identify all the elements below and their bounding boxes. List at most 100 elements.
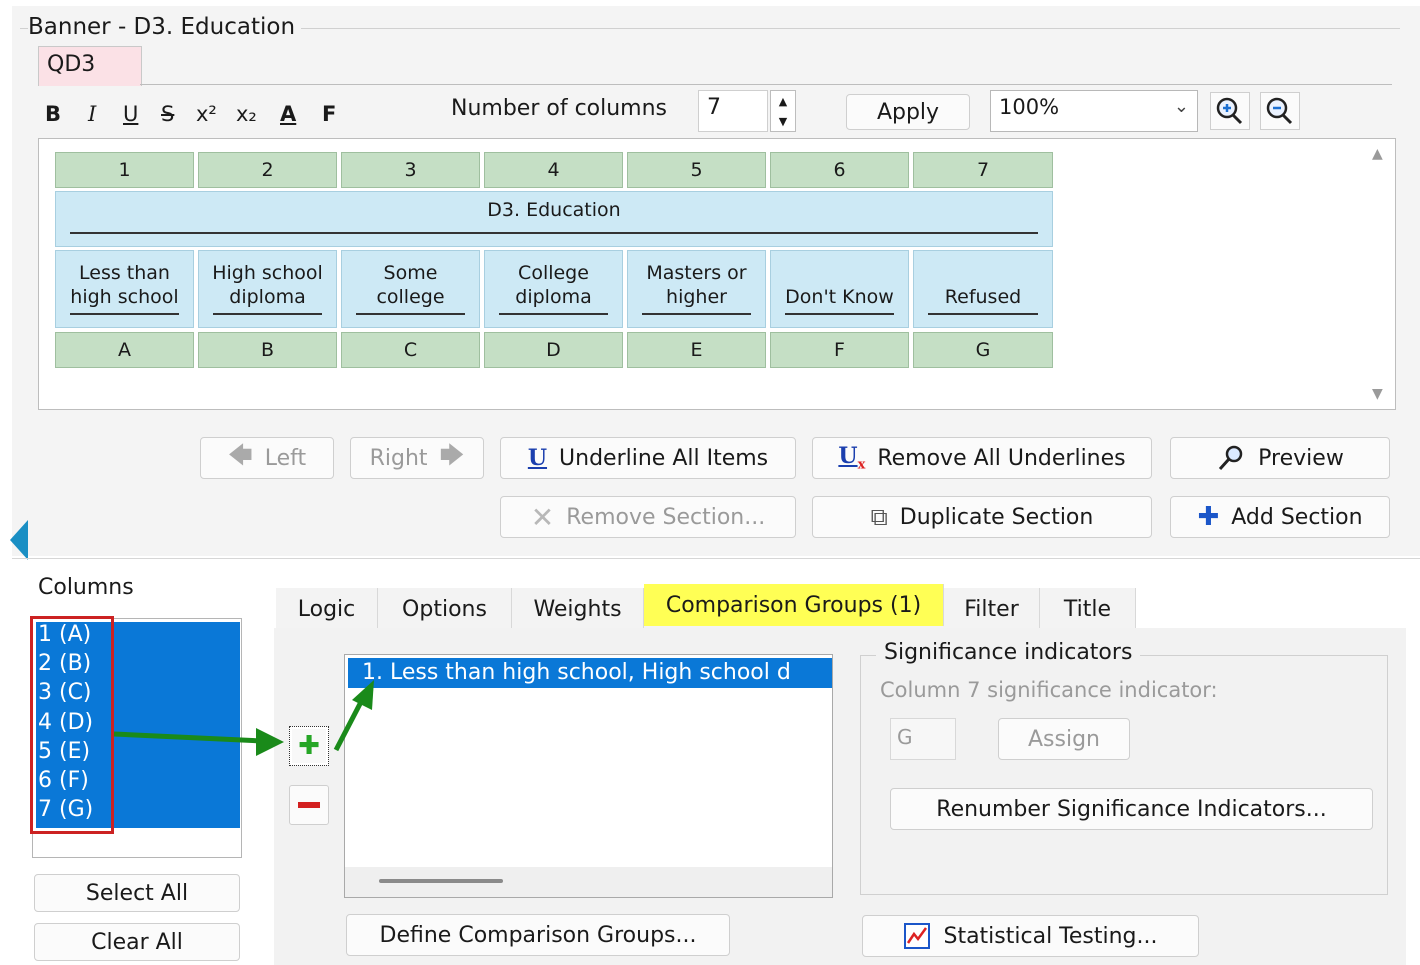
significance-indicator-value: G [897,725,913,749]
grid-header-text: D3. Education [487,199,621,221]
number-of-columns-value: 7 [707,95,721,120]
tab-comparison-groups[interactable]: Comparison Groups (1) [644,584,944,626]
add-icon: ✚ [298,731,320,761]
grid-letter-f[interactable]: F [770,332,909,368]
grid-label-2[interactable]: High school diploma [198,250,337,328]
zoom-value: 100% [999,95,1060,119]
remove-group-button[interactable] [289,785,329,825]
font-button[interactable]: F [322,102,336,126]
grid-number-3[interactable]: 3 [341,152,480,188]
tab-filter[interactable]: Filter [944,588,1040,630]
define-comparison-groups-button[interactable]: Define Comparison Groups... [346,914,730,956]
remove-section-button[interactable]: ✕ Remove Section... [500,496,796,538]
grid-label-3-line2: college [376,286,445,308]
tab-qd3[interactable]: QD3 [38,46,142,86]
clear-all-button[interactable]: Clear All [34,923,240,961]
grid-letter-a[interactable]: A [55,332,194,368]
grid-number-6[interactable]: 6 [770,152,909,188]
grid-number-1[interactable]: 1 [55,152,194,188]
subscript-button[interactable]: x₂ [236,102,257,126]
grid-label-3[interactable]: Some college [341,250,480,328]
banner-title: Banner - D3. Education [28,14,302,40]
add-section-button[interactable]: ✚ Add Section [1170,496,1390,538]
zoom-out-button[interactable] [1260,92,1300,130]
grid-label-7[interactable]: Refused [913,250,1053,328]
grid-label-underline [785,313,894,315]
underline-all-label: Underline All Items [559,445,769,471]
grid-label-5[interactable]: Masters or higher [627,250,766,328]
zoom-in-button[interactable] [1210,92,1250,130]
underline-all-button[interactable]: U Underline All Items [500,437,796,479]
grid-letter-d[interactable]: D [484,332,623,368]
italic-button[interactable]: I [88,102,96,126]
columns-spinner[interactable]: ▲ ▼ [770,90,796,132]
comparison-group-item[interactable]: 1. Less than high school, High school d [348,658,832,688]
underline-button[interactable]: U [123,102,138,126]
add-group-button[interactable]: ✚ [289,726,329,766]
significance-indicator-input[interactable]: G [890,718,956,760]
grid-number-7[interactable]: 7 [913,152,1053,188]
remove-underline-icon: Ux [838,443,866,473]
strikethrough-button[interactable]: S [161,102,174,126]
grid-number-2[interactable]: 2 [198,152,337,188]
grid-label-4-line2: diploma [515,286,592,308]
move-right-label: Right [369,445,428,471]
magnifier-icon [1219,445,1243,471]
number-of-columns-input[interactable]: 7 [698,90,768,132]
grid-label-underline [70,313,179,315]
scrollbar-horizontal[interactable] [345,867,832,897]
scroll-up-icon[interactable]: ▲ [1372,146,1383,162]
grid-label-5-line2: higher [666,286,727,308]
tab-title[interactable]: Title [1040,588,1136,630]
grid-label-4[interactable]: College diploma [484,250,623,328]
columns-title: Columns [38,575,134,600]
number-of-columns-label: Number of columns [451,96,668,121]
grid-label-1[interactable]: Less than high school [55,250,194,328]
grid-label-underline [356,313,465,315]
tab-strip-line [140,84,1392,85]
grid-label-1-line1: Less than [79,262,170,284]
significance-title: Significance indicators [876,640,1141,665]
grid-letter-b[interactable]: B [198,332,337,368]
grid-number-4[interactable]: 4 [484,152,623,188]
collapse-panel-icon[interactable] [10,520,28,560]
spin-up-icon[interactable]: ▲ [779,95,787,108]
grid-header-underline [70,232,1038,234]
grid-label-6[interactable]: Don't Know [770,250,909,328]
text-color-button[interactable]: A [280,102,296,126]
section-divider [12,558,1420,559]
tab-weights[interactable]: Weights [512,588,644,630]
renumber-significance-button[interactable]: Renumber Significance Indicators... [890,788,1373,830]
move-left-button[interactable]: 🡄 Left [200,437,334,479]
grid-section-header[interactable]: D3. Education [55,191,1053,247]
remove-underlines-button[interactable]: Ux Remove All Underlines [812,437,1152,479]
zoom-in-icon [1216,97,1243,125]
comparison-groups-list[interactable]: 1. Less than high school, High school d [344,654,833,898]
scrollbar-thumb[interactable] [379,879,503,883]
close-icon: ✕ [530,500,555,534]
duplicate-section-button[interactable]: ⧉ Duplicate Section [812,496,1152,538]
plus-icon: ✚ [1197,502,1220,532]
assign-button[interactable]: Assign [998,718,1130,760]
spin-down-icon[interactable]: ▼ [779,115,787,128]
move-right-button[interactable]: Right 🡆 [350,437,484,479]
bold-button[interactable]: B [45,102,61,126]
grid-letter-c[interactable]: C [341,332,480,368]
grid-number-5[interactable]: 5 [627,152,766,188]
preview-button[interactable]: Preview [1170,437,1390,479]
grid-label-7-line2: Refused [944,286,1022,308]
superscript-button[interactable]: x² [196,102,217,126]
grid-label-1-line2: high school [70,286,179,308]
tab-logic[interactable]: Logic [276,588,378,630]
grid-letter-g[interactable]: G [913,332,1053,368]
apply-button[interactable]: Apply [846,94,970,130]
statistical-testing-button[interactable]: Statistical Testing... [862,915,1199,957]
zoom-select[interactable]: 100% ⌄ [990,90,1198,132]
scrollbar-vertical[interactable]: ▲ ▼ [1366,140,1394,408]
scroll-down-icon[interactable]: ▼ [1372,386,1383,402]
grid-label-2-line2: diploma [229,286,306,308]
grid-letter-e[interactable]: E [627,332,766,368]
tab-options[interactable]: Options [378,588,512,630]
select-all-button[interactable]: Select All [34,874,240,912]
grid-label-2-line1: High school [212,262,323,284]
